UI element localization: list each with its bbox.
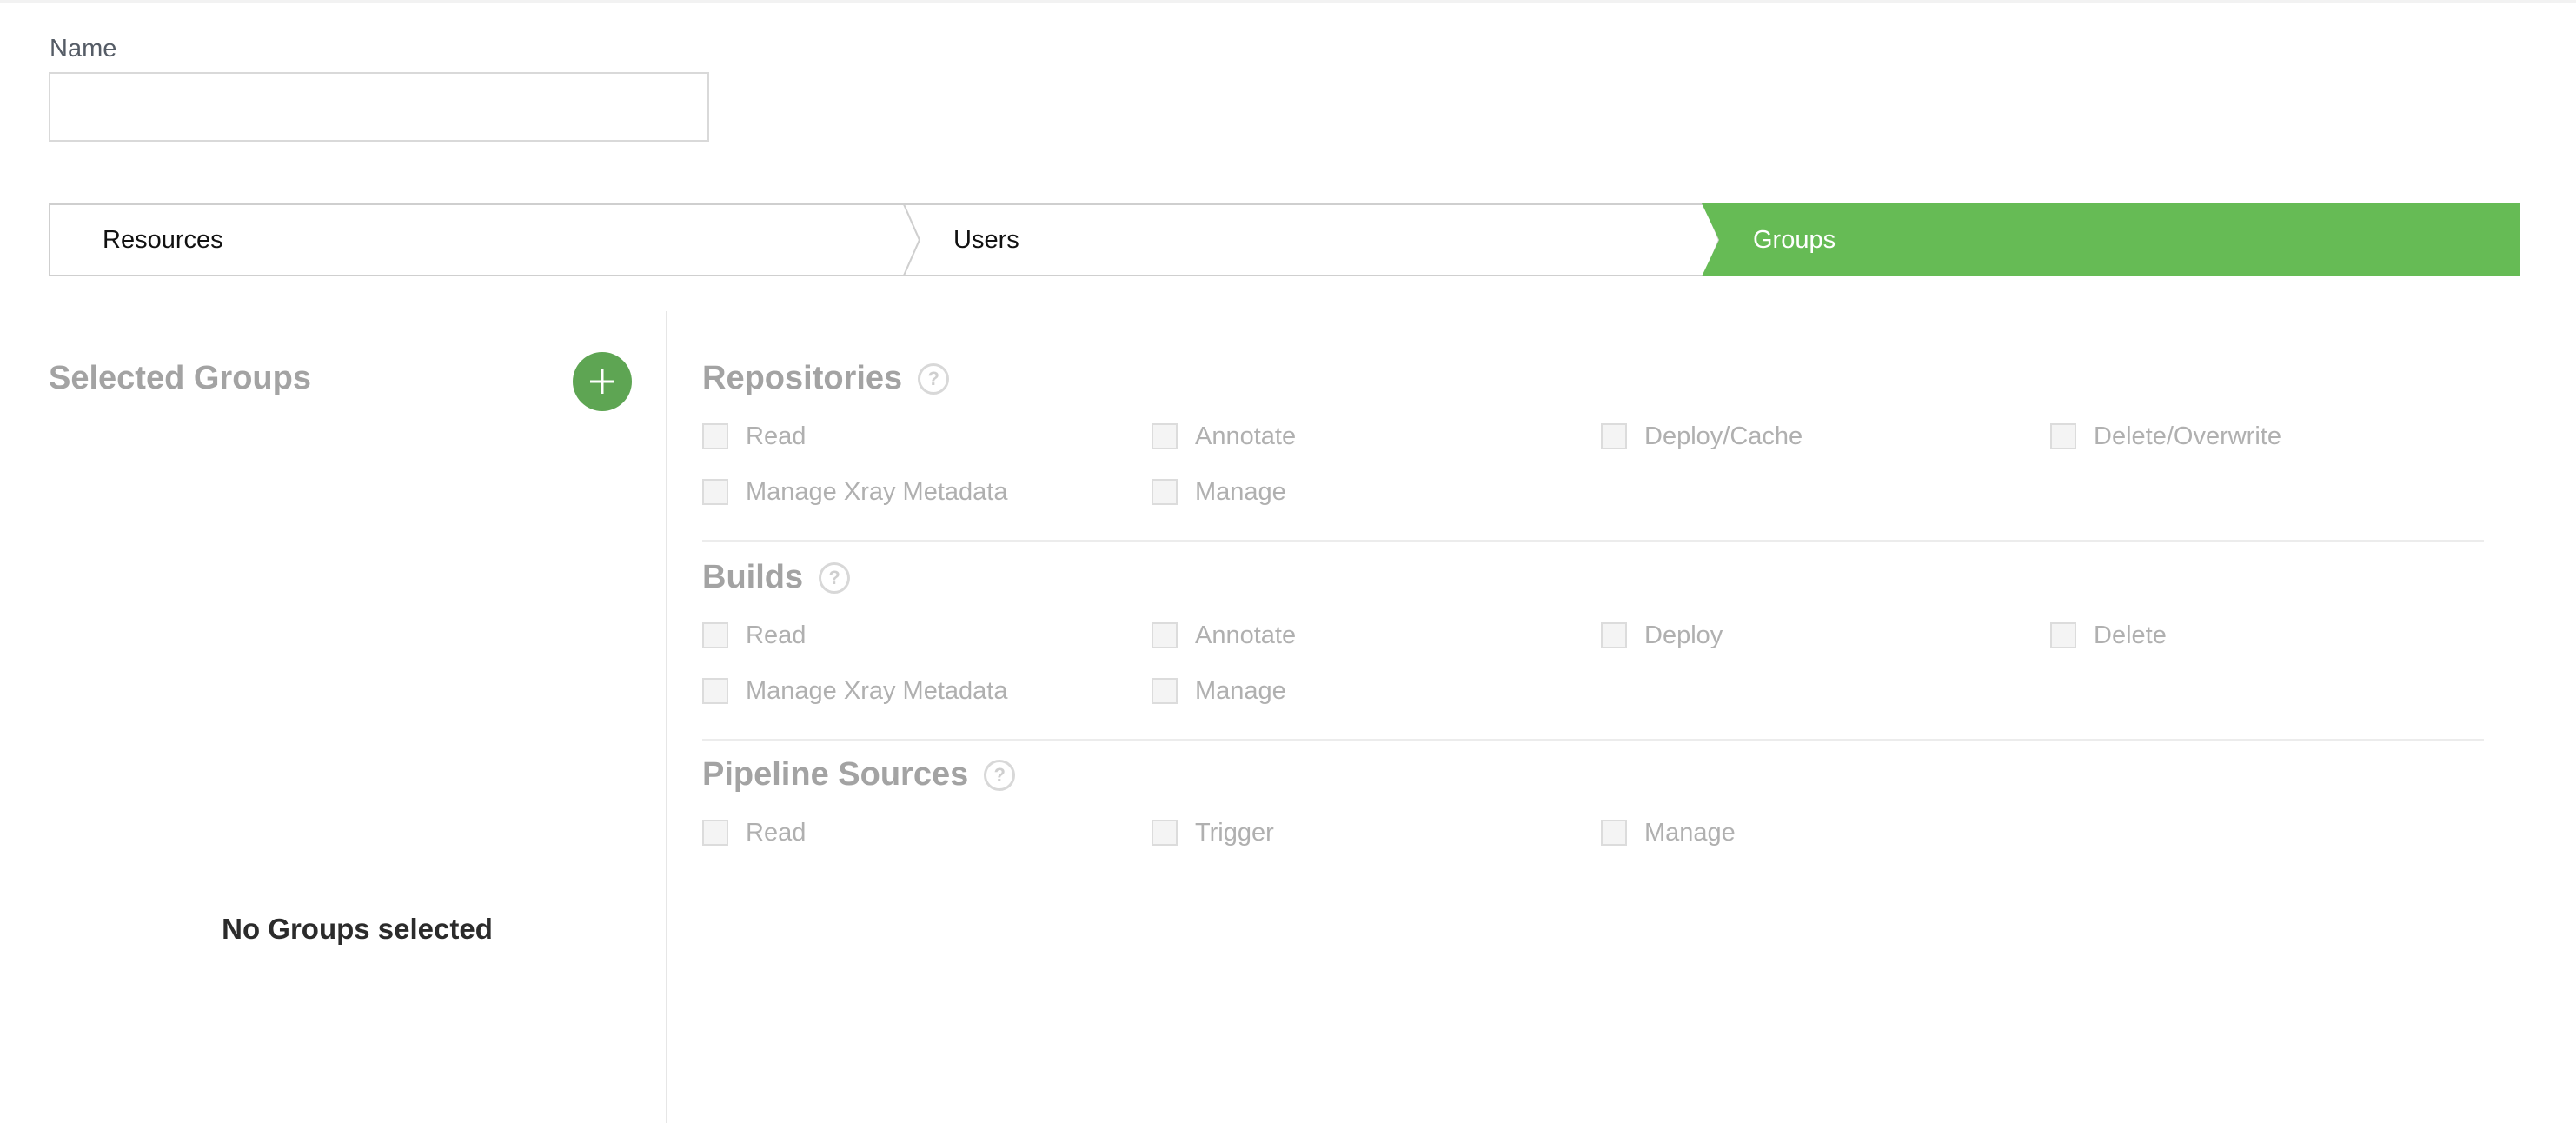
- permission-manage-xray-metadata[interactable]: Manage Xray Metadata: [702, 464, 1007, 520]
- panel-divider: [666, 311, 667, 1123]
- section-builds: Builds? Read Annotate Deploy Delete Mana…: [702, 542, 2484, 741]
- tab-resources-label: Resources: [103, 226, 223, 254]
- permission-label: Read: [746, 818, 807, 847]
- permission-read[interactable]: Read: [702, 608, 806, 663]
- wizard-stepper: Resources Users Groups: [49, 203, 2521, 276]
- permission-delete-overwrite[interactable]: Delete/Overwrite: [2050, 409, 2281, 464]
- top-border: [0, 0, 2576, 3]
- permission-trigger[interactable]: Trigger: [1152, 805, 1274, 861]
- permission-label: Manage: [1195, 676, 1286, 705]
- permission-read[interactable]: Read: [702, 805, 806, 861]
- checkbox[interactable]: [1601, 622, 1627, 648]
- checkbox[interactable]: [702, 820, 728, 846]
- section-pipeline-sources: Pipeline Sources? Read Trigger Manage: [702, 741, 2484, 861]
- name-input[interactable]: [49, 72, 709, 142]
- question-icon[interactable]: ?: [819, 562, 851, 594]
- tab-groups[interactable]: Groups: [1709, 203, 2521, 276]
- permission-deploy-cache[interactable]: Deploy/Cache: [1601, 409, 1803, 464]
- tab-resources[interactable]: Resources: [49, 203, 909, 276]
- permission-label: Manage: [1644, 818, 1736, 847]
- checkbox[interactable]: [1601, 423, 1627, 449]
- checkbox[interactable]: [702, 622, 728, 648]
- selected-groups-title: Selected Groups: [49, 360, 311, 396]
- selected-groups-panel: Selected Groups No Groups selected: [49, 313, 666, 1123]
- permission-label: Annotate: [1195, 621, 1297, 649]
- permission-label: Deploy: [1644, 621, 1723, 649]
- permission-label: Deploy/Cache: [1644, 422, 1803, 450]
- permission-row: Manage Xray Metadata Manage: [702, 464, 2484, 520]
- add-group-button[interactable]: [573, 352, 632, 411]
- permission-row: Read Annotate Deploy/Cache Delete/Overwr…: [702, 409, 2484, 464]
- permission-label: Trigger: [1195, 818, 1274, 847]
- plus-icon: [590, 369, 614, 394]
- permission-annotate[interactable]: Annotate: [1152, 409, 1296, 464]
- empty-state-message: No Groups selected: [222, 913, 493, 945]
- checkbox[interactable]: [1152, 479, 1178, 505]
- permission-manage[interactable]: Manage: [1601, 805, 1736, 861]
- permission-deploy[interactable]: Deploy: [1601, 608, 1723, 663]
- section-title: Builds: [702, 559, 804, 595]
- section-title: Pipeline Sources: [702, 756, 969, 793]
- checkbox[interactable]: [1152, 678, 1178, 704]
- permissions-panel: Repositories? Read Annotate Deploy/Cache…: [702, 313, 2484, 861]
- section-repositories: Repositories? Read Annotate Deploy/Cache…: [702, 313, 2484, 542]
- permission-label: Manage: [1195, 477, 1286, 506]
- checkbox[interactable]: [1152, 820, 1178, 846]
- question-icon[interactable]: ?: [984, 759, 1016, 791]
- tab-users-label: Users: [953, 226, 1019, 254]
- checkbox[interactable]: [1152, 622, 1178, 648]
- permission-label: Delete/Overwrite: [2094, 422, 2281, 450]
- permission-label: Read: [746, 621, 807, 649]
- tab-users[interactable]: Users: [909, 203, 1709, 276]
- checkbox[interactable]: [702, 479, 728, 505]
- checkbox[interactable]: [1601, 820, 1627, 846]
- permission-label: Manage Xray Metadata: [746, 477, 1008, 506]
- name-label: Name: [50, 35, 117, 63]
- permission-row: Read Trigger Manage: [702, 805, 2484, 861]
- permission-label: Delete: [2094, 621, 2167, 649]
- tab-groups-label: Groups: [1753, 226, 1836, 254]
- checkbox[interactable]: [1152, 423, 1178, 449]
- checkbox[interactable]: [702, 678, 728, 704]
- permission-row: Read Annotate Deploy Delete: [702, 608, 2484, 663]
- permission-annotate[interactable]: Annotate: [1152, 608, 1296, 663]
- permission-label: Annotate: [1195, 422, 1297, 450]
- permission-label: Manage Xray Metadata: [746, 676, 1008, 705]
- permission-row: Manage Xray Metadata Manage: [702, 663, 2484, 719]
- permission-read[interactable]: Read: [702, 409, 806, 464]
- checkbox[interactable]: [702, 423, 728, 449]
- permission-manage-xray-metadata[interactable]: Manage Xray Metadata: [702, 663, 1007, 719]
- permission-manage[interactable]: Manage: [1152, 663, 1286, 719]
- checkbox[interactable]: [2050, 423, 2076, 449]
- question-icon[interactable]: ?: [918, 362, 950, 395]
- permission-manage[interactable]: Manage: [1152, 464, 1286, 520]
- section-title: Repositories: [702, 360, 903, 396]
- checkbox[interactable]: [2050, 622, 2076, 648]
- permission-label: Read: [746, 422, 807, 450]
- permission-delete[interactable]: Delete: [2050, 608, 2167, 663]
